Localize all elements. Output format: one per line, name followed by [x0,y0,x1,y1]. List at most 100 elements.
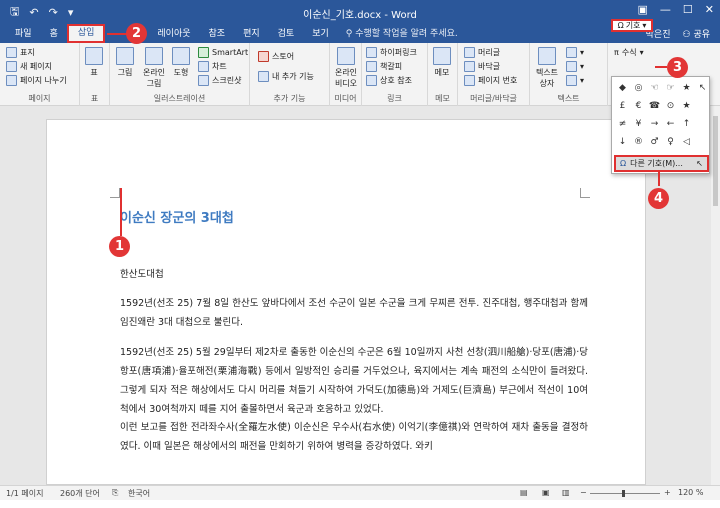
symbol-cell[interactable]: ↑ [679,116,694,133]
proofing-icon[interactable]: ⎘ [112,488,118,498]
symbol-cell[interactable]: ¥ [631,116,646,133]
group-header-footer: 머리글 바닥글 페이지 번호 머리글/바닥글 [458,43,530,106]
picture-icon [116,47,134,65]
step-badge-2: 2 [126,23,147,44]
symbol-cell[interactable]: ↓ [615,134,630,151]
paragraph-1[interactable]: 1592년(선조 25) 7월 8일 한산도 앞바다에서 조선 수군이 일본 수… [120,294,588,332]
status-bar: 1/1 페이지 260개 단어 ⎘ 한국어 ▤ ▣ ▥ − + 120 % [0,485,720,500]
pictures-button[interactable]: 그림 [116,47,134,78]
symbol-cell[interactable]: ◁ [679,134,694,151]
maximize-icon[interactable]: ☐ [683,3,693,16]
tell-me-box[interactable]: ⚲ 수행할 작업을 알려 주세요. [346,26,458,43]
language[interactable]: 한국어 [128,488,150,499]
symbol-cell[interactable] [695,134,710,151]
hyperlink-button[interactable]: 하이퍼링크 [366,47,417,58]
symbol-cell[interactable]: ★ [679,98,694,115]
online-video-button[interactable]: 온라인 비디오 [332,47,360,89]
page-count[interactable]: 1/1 페이지 [6,488,44,499]
zoom-level[interactable]: 120 % [678,488,703,497]
page-number-button[interactable]: 페이지 번호 [464,75,517,86]
cover-page-button[interactable]: 표지 [6,47,35,58]
tab-insert[interactable]: 삽입 [66,24,106,43]
share-button[interactable]: ⚇ 공유 [683,27,711,40]
dropcap-button[interactable]: ▾ [566,75,584,86]
read-mode-icon[interactable]: ▤ [520,488,528,497]
footer-button[interactable]: 바닥글 [464,61,500,72]
symbol-cell[interactable]: ® [631,134,646,151]
quick-parts-button[interactable]: ▾ [566,47,584,58]
tab-review[interactable]: 검토 [269,26,304,43]
document-heading[interactable]: 이순신 장군의 3대첩 [120,207,234,226]
screenshot-button[interactable]: 스크린샷 [198,75,241,86]
header-button[interactable]: 머리글 [464,47,500,58]
print-layout-icon[interactable]: ▣ [542,488,550,497]
tab-home[interactable]: 홈 [41,26,67,43]
symbol-cell[interactable]: € [631,98,646,115]
symbol-cell[interactable]: ♂ [647,134,662,151]
paragraph-3[interactable]: 이런 보고를 접한 전라좌수사(全羅左水使) 이순신은 우수사(右水使) 이억기… [120,418,588,456]
tab-mailings[interactable]: 편지 [234,26,269,43]
more-symbols-button[interactable]: Ω 다른 기호(M)... ↖ [614,155,709,172]
save-icon[interactable]: 🖫 [10,3,19,22]
smartart-icon [198,47,209,58]
minimize-icon[interactable]: — [660,3,671,16]
symbol-cell[interactable]: ☞ [663,80,678,97]
undo-icon[interactable]: ↶ [29,6,38,19]
symbol-cell[interactable]: → [647,116,662,133]
smartart-button[interactable]: SmartArt [198,47,248,58]
zoom-out-icon[interactable]: − [580,488,587,497]
symbol-cell[interactable] [695,116,710,133]
symbol-cell[interactable]: £ [615,98,630,115]
word-count[interactable]: 260개 단어 [60,488,100,499]
symbol-cell[interactable]: ≠ [615,116,630,133]
symbol-cell[interactable]: ⊙ [663,98,678,115]
symbol-cell[interactable]: ★ [679,80,694,97]
comment-button[interactable]: 메모 [433,47,451,78]
symbol-cell[interactable]: ◎ [631,80,646,97]
callout-line-4 [658,170,660,186]
symbol-button[interactable]: Ω 기호 ▾ [611,19,653,32]
wordart-button[interactable]: ▾ [566,61,584,72]
symbol-cell[interactable]: ♀ [663,134,678,151]
symbol-cell[interactable]: ◆ [615,80,630,97]
screenshot-icon [198,75,209,86]
paragraph-2[interactable]: 1592년(선조 25) 5월 29일부터 제2차로 출동한 이순신의 수군은 … [120,343,588,419]
page-break-button[interactable]: 페이지 나누기 [6,75,67,86]
textbox-button[interactable]: 텍스트 상자 [534,47,560,89]
redo-icon[interactable]: ↷ [49,6,58,19]
scroll-thumb[interactable] [713,116,718,206]
document-subheading[interactable]: 한산도대첩 [120,265,598,284]
mouse-cursor-icon: ↖ [696,159,703,168]
symbol-cell[interactable]: ☜ [647,80,662,97]
web-layout-icon[interactable]: ▥ [562,488,570,497]
tab-file[interactable]: 파일 [6,26,41,43]
equation-button[interactable]: π 수식 ▾ [614,47,644,58]
symbol-cell[interactable]: ← [663,116,678,133]
zoom-slider[interactable] [590,490,660,497]
cross-reference-button[interactable]: 상호 참조 [366,75,412,86]
tab-view[interactable]: 보기 [303,26,338,43]
symbol-cell[interactable] [695,98,710,115]
shapes-button[interactable]: 도형 [172,47,190,78]
customize-icon[interactable]: ▾ [68,6,74,19]
zoom-in-icon[interactable]: + [664,488,671,497]
page-break-icon [6,75,17,86]
ribbon-options-icon[interactable]: ▣ [638,3,648,16]
chart-button[interactable]: 차트 [198,61,227,72]
blank-page-button[interactable]: 새 페이지 [6,61,52,72]
my-addins-button[interactable]: 내 추가 기능 [258,71,314,82]
tab-layout[interactable]: 레이아웃 [148,26,199,43]
symbol-cell[interactable]: ☎ [647,98,662,115]
symbol-cell[interactable]: ↖ [695,80,710,97]
store-button[interactable]: 스토어 [258,51,294,62]
table-button[interactable]: 표 [85,47,103,78]
crop-mark [580,188,590,198]
zoom-knob[interactable] [622,490,625,497]
symbol-dropdown: ◆ ◎ ☜ ☞ ★ ↖ £ € ☎ ⊙ ★ ≠ ¥ → ← ↑ ↓ ® ♂ ♀ … [611,76,710,174]
bookmark-button[interactable]: 책갈피 [366,61,402,72]
vertical-scrollbar[interactable] [711,106,720,485]
online-pictures-button[interactable]: 온라인 그림 [140,47,168,89]
tab-references[interactable]: 참조 [200,26,235,43]
close-icon[interactable]: ✕ [705,3,714,16]
hyperlink-icon [366,47,377,58]
